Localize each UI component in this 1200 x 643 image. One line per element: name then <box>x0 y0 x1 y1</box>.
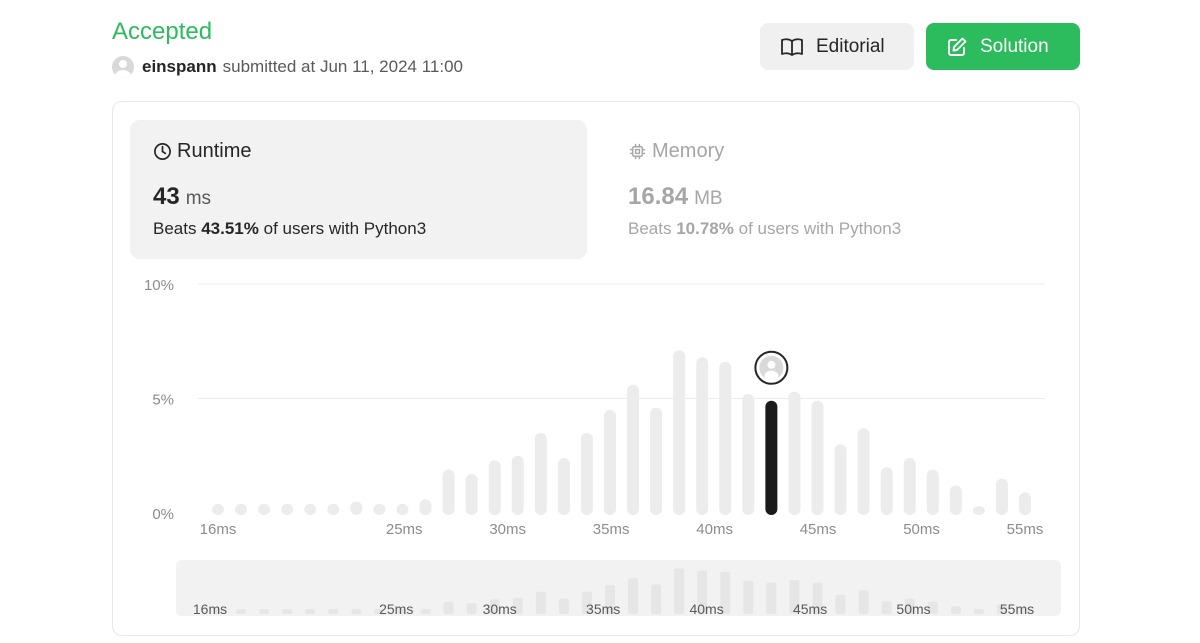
bar[interactable] <box>696 357 709 515</box>
bar[interactable] <box>396 503 409 515</box>
x-tick-label: 35ms <box>593 521 630 538</box>
overview-bar <box>282 609 293 614</box>
y-tick-label: 0% <box>152 506 174 523</box>
overview-bar <box>651 584 662 614</box>
bar[interactable] <box>373 503 386 515</box>
bar[interactable] <box>465 474 478 515</box>
bar[interactable] <box>627 384 640 515</box>
overview-x-tick-label: 40ms <box>689 601 723 617</box>
bar[interactable] <box>327 503 340 515</box>
overview-bar <box>628 578 639 614</box>
y-tick-label: 5% <box>152 392 174 409</box>
bar[interactable] <box>880 467 893 515</box>
bar[interactable] <box>212 503 224 515</box>
user-marker-body <box>764 370 779 381</box>
bar[interactable] <box>972 506 985 515</box>
x-tick-label: 30ms <box>489 521 526 538</box>
x-tick-label: 45ms <box>800 521 837 538</box>
bar[interactable] <box>650 407 663 515</box>
bar[interactable] <box>742 393 755 515</box>
bar[interactable] <box>580 432 593 515</box>
overview-bar <box>420 609 431 614</box>
overview-bar <box>835 594 846 614</box>
overview-x-tick-label: 45ms <box>793 601 827 617</box>
bar[interactable] <box>488 460 501 515</box>
bar-highlight[interactable] <box>765 400 778 515</box>
x-tick-label: 50ms <box>903 521 940 538</box>
overview-bar <box>328 609 339 614</box>
bar[interactable] <box>811 400 824 515</box>
user-marker-head <box>767 360 776 369</box>
x-tick-label: 55ms <box>1007 521 1044 538</box>
bar[interactable] <box>419 499 432 515</box>
bar[interactable] <box>995 478 1008 515</box>
runtime-distribution-chart-wrap: 0% 5% 10% 16ms 25ms 30ms 35ms 40ms 45ms 50ms 55ms… <box>0 0 1200 643</box>
x-tick-label: 16ms <box>200 521 237 538</box>
bar[interactable] <box>834 444 847 515</box>
bar[interactable] <box>557 458 570 515</box>
overview-bar <box>950 606 961 614</box>
overview-bar <box>881 601 892 614</box>
overview-bar <box>259 609 270 614</box>
overview-bar <box>743 580 754 614</box>
bar[interactable] <box>258 503 271 515</box>
bar[interactable] <box>350 501 363 515</box>
bar[interactable] <box>673 350 686 515</box>
overview-bar <box>443 601 454 614</box>
x-tick-label: 25ms <box>386 521 423 538</box>
bar[interactable] <box>304 503 317 515</box>
bar[interactable] <box>903 458 916 515</box>
overview-bar <box>674 568 685 614</box>
runtime-distribution-chart: 0% 5% 10% 16ms 25ms 30ms 35ms 40ms 45ms 50ms 55ms… <box>144 277 1061 617</box>
overview-x-tick-label: 25ms <box>379 601 413 617</box>
overview-bar <box>973 609 984 614</box>
bar[interactable] <box>534 432 547 515</box>
overview-bar <box>558 598 569 614</box>
y-tick-label: 10% <box>144 277 174 294</box>
overview-x-tick-label: 16ms <box>193 601 227 617</box>
overview-bar <box>535 591 546 614</box>
bar[interactable] <box>949 485 962 515</box>
overview-x-tick-label: 30ms <box>483 601 517 617</box>
bar[interactable] <box>719 361 732 515</box>
overview-x-tick-label: 35ms <box>586 601 620 617</box>
overview-x-tick-label: 50ms <box>896 601 930 617</box>
overview-bar <box>466 603 477 614</box>
bar[interactable] <box>926 469 939 515</box>
bar[interactable] <box>603 409 616 515</box>
overview-bar <box>766 582 777 614</box>
overview-bar <box>858 590 869 614</box>
overview-bar <box>351 609 362 614</box>
overview-bar <box>236 609 247 614</box>
bar[interactable] <box>235 503 248 515</box>
bar[interactable] <box>1019 492 1031 515</box>
overview-bar <box>305 609 316 614</box>
bar[interactable] <box>511 455 524 515</box>
x-tick-label: 40ms <box>696 521 733 538</box>
bar[interactable] <box>281 503 294 515</box>
bar[interactable] <box>442 469 455 515</box>
bar[interactable] <box>788 391 801 515</box>
overview-x-tick-label: 55ms <box>1000 601 1034 617</box>
bar[interactable] <box>857 428 870 515</box>
